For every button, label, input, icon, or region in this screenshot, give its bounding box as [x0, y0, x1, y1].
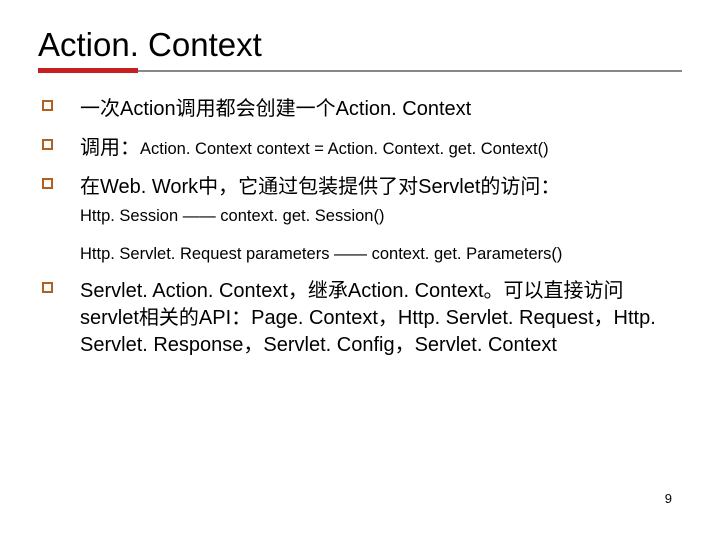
bullet-2-code: Action. Context context = Action. Contex…	[140, 140, 549, 158]
bullet-item-1: 一次Action调用都会创建一个Action. Context	[38, 96, 682, 123]
page-number: 9	[665, 491, 672, 506]
bullet-3-sub2: Http. Servlet. Request parameters —— con…	[80, 243, 682, 265]
square-bullet-icon	[42, 139, 53, 150]
bullet-1-text: 一次Action调用都会创建一个Action. Context	[80, 98, 471, 120]
bullet-item-4: Servlet. Action. Context，继承Action. Conte…	[38, 278, 682, 359]
square-bullet-icon	[42, 100, 53, 111]
underline-red	[38, 68, 138, 73]
bullet-2-text: 调用：Action. Context context = Action. Con…	[80, 137, 549, 159]
title-underline	[38, 68, 682, 74]
bullet-2-prefix: 调用：	[80, 137, 140, 159]
bullet-3-text: 在Web. Work中，它通过包装提供了对Servlet的访问：	[80, 174, 682, 201]
square-bullet-icon	[42, 282, 53, 293]
bullet-list: 一次Action调用都会创建一个Action. Context 调用：Actio…	[38, 96, 682, 359]
bullet-item-2: 调用：Action. Context context = Action. Con…	[38, 135, 682, 162]
square-bullet-icon	[42, 178, 53, 189]
bullet-3-sub1: Http. Session —— context. get. Session()	[80, 205, 682, 227]
bullet-item-3: 在Web. Work中，它通过包装提供了对Servlet的访问： Http. S…	[38, 174, 682, 266]
bullet-4-text: Servlet. Action. Context，继承Action. Conte…	[80, 280, 656, 356]
slide-title: Action. Context	[38, 26, 682, 64]
